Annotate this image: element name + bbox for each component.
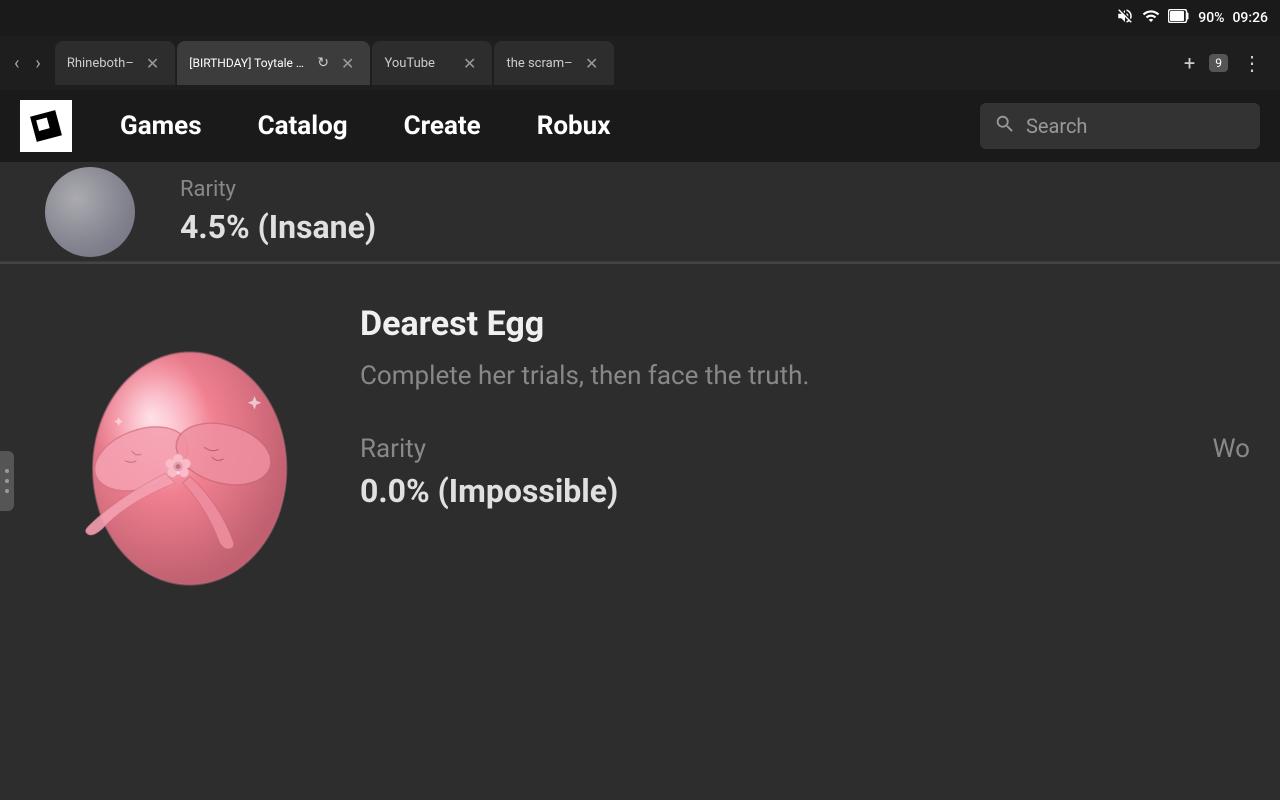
- tab-scram-label: the scram–: [506, 56, 572, 71]
- tab-scram-close[interactable]: ✕: [581, 52, 602, 75]
- back-arrow[interactable]: ‹: [8, 47, 25, 80]
- wifi-icon: [1142, 7, 1160, 29]
- battery-icon: [1168, 9, 1190, 27]
- partial-right-label: Wo: [1212, 434, 1250, 464]
- tab-rhineboth-label: Rhineboth–: [67, 56, 134, 71]
- tab-actions: + 9 ⋮: [1176, 47, 1280, 79]
- tab-youtube-label: YouTube: [384, 56, 435, 71]
- nav-games[interactable]: Games: [92, 90, 230, 162]
- reload-icon[interactable]: ↻: [317, 55, 329, 71]
- partial-rarity-label: Rarity: [180, 177, 376, 202]
- egg-image: [35, 304, 325, 604]
- egg-image-container: [20, 294, 340, 614]
- nav-arrows: ‹ ›: [0, 47, 55, 80]
- handle-dot-1: [5, 469, 9, 473]
- search-icon: [994, 113, 1016, 140]
- tab-youtube[interactable]: YouTube ✕: [372, 41, 492, 85]
- battery-percent: 90%: [1198, 10, 1224, 26]
- add-tab-button[interactable]: +: [1176, 47, 1203, 79]
- nav-links: Games Catalog Create Robux: [92, 90, 980, 162]
- tab-bar: ‹ › Rhineboth– ✕ [BIRTHDAY] Toytale Role…: [0, 36, 1280, 90]
- tab-toytale[interactable]: [BIRTHDAY] Toytale Roleplay – ↻ ✕: [177, 41, 370, 85]
- roblox-logo[interactable]: [20, 100, 72, 152]
- nav-robux[interactable]: Robux: [509, 90, 639, 162]
- partial-circle-image: [45, 167, 135, 257]
- stats-row: Rarity 0.0% (Impossible) Wo: [360, 434, 1250, 510]
- status-icons: 90% 09:26: [1116, 7, 1268, 29]
- tab-youtube-close[interactable]: ✕: [459, 52, 480, 75]
- mute-icon: [1116, 7, 1134, 29]
- partial-rarity-value: 4.5% (Insane): [180, 208, 376, 246]
- rarity-stat: Rarity 0.0% (Impossible): [360, 434, 618, 510]
- search-placeholder: Search: [1026, 114, 1087, 138]
- partial-item: Rarity 4.5% (Insane): [0, 162, 1280, 262]
- rarity-stat-value: 0.0% (Impossible): [360, 472, 618, 510]
- item-name: Dearest Egg: [360, 304, 1250, 344]
- status-bar: 90% 09:26: [0, 0, 1280, 36]
- rarity-stat-label: Rarity: [360, 434, 618, 464]
- item-details: Dearest Egg Complete her trials, then fa…: [360, 294, 1250, 510]
- forward-arrow[interactable]: ›: [29, 47, 46, 80]
- search-bar[interactable]: Search: [980, 103, 1260, 149]
- navbar: Games Catalog Create Robux Search: [0, 90, 1280, 162]
- time: 09:26: [1232, 10, 1268, 26]
- main-item: Dearest Egg Complete her trials, then fa…: [0, 264, 1280, 644]
- handle-dots: [5, 466, 9, 496]
- partial-item-image: [30, 167, 150, 257]
- tab-toytale-label: [BIRTHDAY] Toytale Roleplay –: [189, 56, 309, 70]
- tab-toytale-close[interactable]: ✕: [337, 52, 358, 75]
- partial-item-info: Rarity 4.5% (Insane): [180, 177, 376, 246]
- handle-dot-3: [5, 489, 9, 493]
- partial-right-stat: Wo: [1212, 434, 1250, 464]
- tab-scram[interactable]: the scram– ✕: [494, 41, 614, 85]
- side-handle[interactable]: [0, 451, 14, 511]
- browser-menu-button[interactable]: ⋮: [1234, 47, 1270, 79]
- content-area: Rarity 4.5% (Insane): [0, 162, 1280, 800]
- tab-count-badge[interactable]: 9: [1209, 54, 1228, 72]
- tab-rhineboth-close[interactable]: ✕: [142, 52, 163, 75]
- nav-create[interactable]: Create: [376, 90, 509, 162]
- tab-rhineboth[interactable]: Rhineboth– ✕: [55, 41, 175, 85]
- nav-catalog[interactable]: Catalog: [230, 90, 376, 162]
- handle-dot-2: [5, 479, 9, 483]
- item-description: Complete her trials, then face the truth…: [360, 358, 1250, 394]
